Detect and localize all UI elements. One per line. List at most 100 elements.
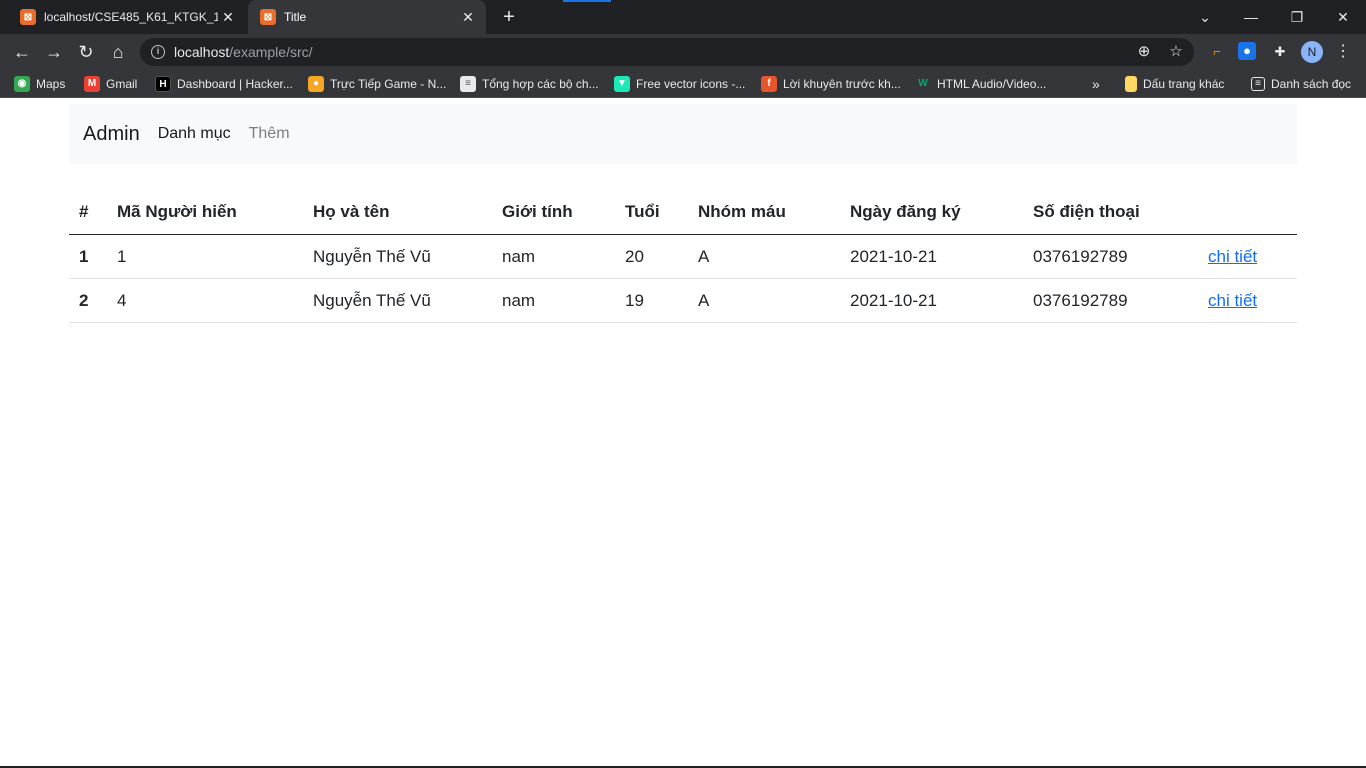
puzzle-icon[interactable]: ✚ — [1270, 42, 1290, 62]
detail-cell: chi tiết — [1198, 278, 1297, 323]
window-close-icon[interactable]: ✕ — [1332, 6, 1354, 28]
bookmark-item[interactable]: ● Trực Tiếp Game - N... — [308, 75, 446, 93]
table-header-row: # Mã Người hiến Họ và tên Giới tính Tuổi… — [69, 190, 1297, 235]
menu-icon[interactable]: ⋮ — [1333, 42, 1353, 62]
row-index: 1 — [69, 234, 107, 279]
address-bar[interactable]: i localhost/example/src/ ⊕ ☆ — [140, 38, 1194, 66]
bookmark-label: Free vector icons -... — [636, 77, 746, 91]
bookmark-label: Danh sách đọc — [1271, 77, 1352, 91]
tab-search-icon[interactable]: ⌄ — [1194, 6, 1216, 28]
extension-icon[interactable]: ⌐ — [1207, 42, 1227, 62]
bookmark-item[interactable]: W HTML Audio/Video... — [915, 75, 1046, 93]
restore-icon[interactable]: ❐ — [1286, 6, 1308, 28]
bookmark-item[interactable]: ◉ Maps — [14, 75, 65, 93]
forward-icon[interactable]: → — [42, 40, 66, 64]
star-icon[interactable]: ☆ — [1166, 42, 1186, 62]
w3schools-icon: W — [915, 76, 931, 92]
detail-cell: chi tiết — [1198, 234, 1297, 279]
donor-name: Nguyễn Thế Vũ — [303, 234, 492, 279]
donor-register-date: 2021-10-21 — [840, 278, 1023, 323]
row-index: 2 — [69, 278, 107, 323]
url-host: localhost — [174, 44, 230, 60]
donor-age: 20 — [615, 234, 688, 279]
donor-blood-type: A — [688, 278, 840, 323]
column-header: Tuổi — [615, 190, 688, 235]
bookmark-label: Lời khuyên trước kh... — [783, 77, 901, 91]
nav-link-danh-muc[interactable]: Danh mục — [158, 125, 231, 143]
bookmark-label: Trực Tiếp Game - N... — [330, 77, 447, 91]
bookmark-item[interactable]: H Dashboard | Hacker... — [155, 75, 293, 93]
bookmark-item[interactable]: ≡ Tổng hợp các bộ ch... — [460, 75, 599, 93]
donor-register-date: 2021-10-21 — [840, 234, 1023, 279]
browser-toolbar: ← → ↻ ⌂ i localhost/example/src/ ⊕ ☆ ⌐ ●… — [0, 34, 1366, 70]
extension-icon[interactable]: ● — [1238, 42, 1256, 60]
column-header: Số điện thoại — [1023, 190, 1198, 235]
column-header: # — [69, 190, 107, 235]
bookmark-label: Tổng hợp các bộ ch... — [482, 77, 599, 91]
flaticon-icon: ▼ — [614, 76, 630, 92]
doc-icon: ≡ — [460, 76, 476, 92]
url-path: /example/src/ — [229, 44, 313, 60]
bookmark-item[interactable]: ▼ Free vector icons -... — [614, 75, 745, 93]
zoom-icon[interactable]: ⊕ — [1134, 42, 1154, 62]
detail-link[interactable]: chi tiết — [1208, 247, 1257, 266]
fb-icon: f — [761, 76, 777, 92]
close-icon[interactable]: ✕ — [218, 9, 238, 26]
column-header: Giới tính — [492, 190, 615, 235]
column-header: Nhóm máu — [688, 190, 840, 235]
table-row: 2 4 Nguyễn Thế Vũ nam 19 A 2021-10-21 03… — [69, 278, 1297, 323]
tab-title: localhost/CSE485_K61_KTGK_195 — [44, 10, 218, 24]
reading-list[interactable]: ≡ Danh sách đọc — [1251, 75, 1351, 93]
column-header: Họ và tên — [303, 190, 492, 235]
donor-id: 4 — [107, 278, 303, 323]
xampp-icon: ⊠ — [260, 9, 276, 25]
donor-age: 19 — [615, 278, 688, 323]
column-header: Ngày đăng ký — [840, 190, 1023, 235]
info-icon[interactable]: i — [151, 45, 165, 59]
navbar: Admin Danh mục Thêm — [69, 104, 1297, 164]
avatar[interactable]: N — [1301, 41, 1323, 63]
donor-gender: nam — [492, 278, 615, 323]
new-tab-button[interactable]: + — [498, 6, 520, 28]
donor-phone: 0376192789 — [1023, 234, 1198, 279]
donor-phone: 0376192789 — [1023, 278, 1198, 323]
tab-title: Title — [284, 10, 307, 24]
bookmark-folder[interactable]: Dấu trang khác — [1125, 75, 1224, 93]
browser-tab-active[interactable]: ⊠ Title ✕ — [248, 0, 486, 34]
page-content: Admin Danh mục Thêm # Mã Người hiến Họ v… — [0, 98, 1366, 768]
bookmarks-bar: ◉ Maps M Gmail H Dashboard | Hacker... ●… — [0, 70, 1366, 98]
reading-list-icon: ≡ — [1251, 77, 1265, 91]
gmail-icon: M — [84, 76, 100, 92]
donor-gender: nam — [492, 234, 615, 279]
table-row: 1 1 Nguyễn Thế Vũ nam 20 A 2021-10-21 03… — [69, 234, 1297, 279]
more-bookmarks-icon[interactable]: » — [1092, 75, 1100, 93]
maps-icon: ◉ — [14, 76, 30, 92]
bookmark-item[interactable]: M Gmail — [84, 75, 137, 93]
bookmark-label: Maps — [36, 77, 66, 91]
donor-id: 1 — [107, 234, 303, 279]
donor-name: Nguyễn Thế Vũ — [303, 278, 492, 323]
home-icon[interactable]: ⌂ — [106, 40, 130, 64]
bookmark-label: Dấu trang khác — [1143, 77, 1225, 91]
folder-icon — [1125, 76, 1137, 92]
nimo-icon: ● — [308, 76, 324, 92]
bookmark-label: Dashboard | Hacker... — [177, 77, 293, 91]
bookmark-item[interactable]: f Lời khuyên trước kh... — [761, 75, 901, 93]
donor-blood-type: A — [688, 234, 840, 279]
xampp-icon: ⊠ — [20, 9, 36, 25]
nav-link-them[interactable]: Thêm — [249, 125, 290, 143]
reload-icon[interactable]: ↻ — [74, 40, 98, 64]
bookmark-label: Gmail — [106, 77, 138, 91]
column-header: Mã Người hiến — [107, 190, 303, 235]
close-icon[interactable]: ✕ — [458, 9, 478, 26]
navbar-brand[interactable]: Admin — [83, 123, 140, 146]
tab-indicator — [563, 0, 611, 2]
bookmark-label: HTML Audio/Video... — [937, 77, 1047, 91]
column-header — [1198, 190, 1297, 235]
detail-link[interactable]: chi tiết — [1208, 291, 1257, 310]
back-icon[interactable]: ← — [10, 40, 34, 64]
browser-tab[interactable]: ⊠ localhost/CSE485_K61_KTGK_195 ✕ — [8, 0, 246, 34]
minimize-icon[interactable]: — — [1240, 6, 1262, 28]
hackerrank-icon: H — [155, 76, 171, 92]
donor-table: # Mã Người hiến Họ và tên Giới tính Tuổi… — [69, 190, 1297, 323]
